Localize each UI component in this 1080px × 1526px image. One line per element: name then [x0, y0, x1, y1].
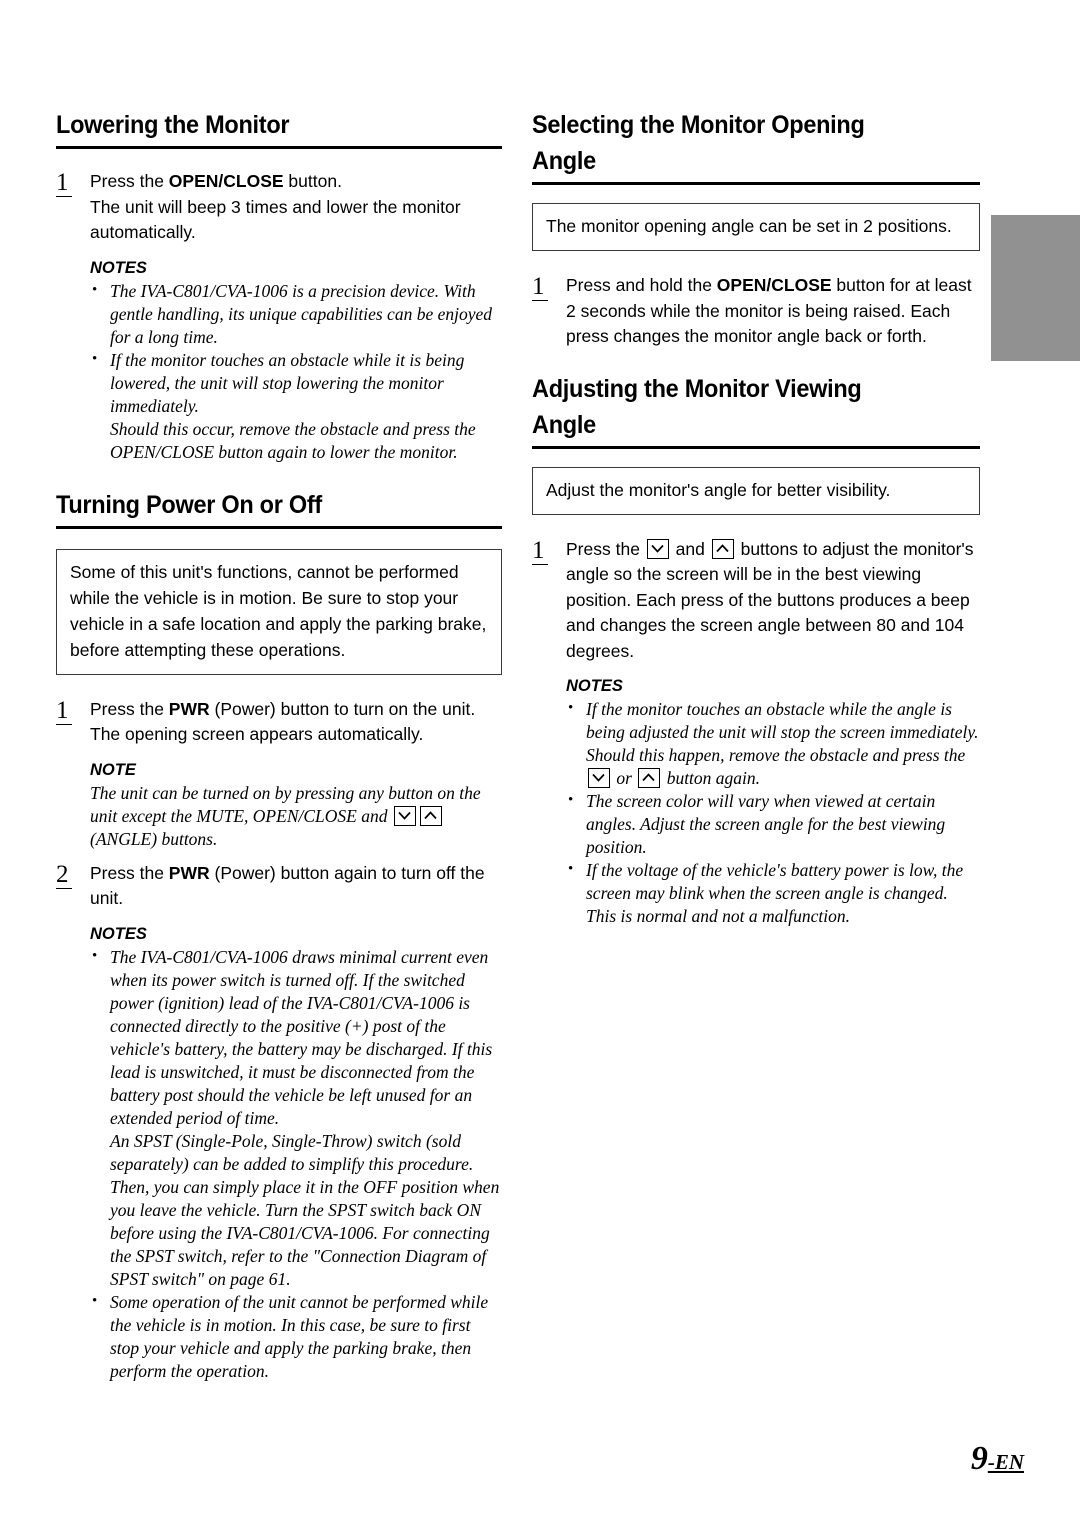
note-text-part3: button again. — [662, 768, 761, 788]
note-item: If the voltage of the vehicle's battery … — [566, 858, 980, 928]
page-number-footer: 9-EN — [971, 1440, 1024, 1478]
edge-thumb-tab — [991, 215, 1080, 361]
step-text: Press and hold the OPEN/CLOSE button for… — [566, 273, 980, 350]
notes-list: The IVA-C801/CVA-1006 is a precision dev… — [90, 279, 502, 464]
step-lowering-1: 1 Press the OPEN/CLOSE button. The unit … — [56, 169, 502, 246]
step-opening-angle-1: 1 Press and hold the OPEN/CLOSE button f… — [532, 273, 980, 350]
right-column: Selecting the Monitor Opening Angle The … — [532, 110, 980, 928]
chevron-down-button-icon — [588, 768, 610, 788]
step-number: 1 — [56, 697, 72, 725]
step-power-1: 1 Press the PWR (Power) button to turn o… — [56, 697, 502, 748]
note-paragraph: The unit can be turned on by pressing an… — [90, 782, 502, 851]
step-text-before: Press the — [90, 171, 169, 191]
heading-text: Turning Power On or Off — [56, 490, 322, 519]
step-text: Press the PWR (Power) button again to tu… — [90, 861, 502, 912]
heading-text-line1: Selecting the Monitor Opening — [532, 111, 865, 139]
note-text: The screen color will vary when viewed a… — [586, 791, 946, 857]
note-item: If the monitor touches an obstacle while… — [90, 348, 502, 464]
step-text-after: button. — [283, 171, 342, 191]
step-bold-term: OPEN/CLOSE — [716, 275, 832, 295]
note-text-part1: If the monitor touches an obstacle while… — [586, 699, 979, 765]
note-text: The IVA-C801/CVA-1006 draws minimal curr… — [110, 946, 493, 1128]
note-item: Some operation of the unit cannot be per… — [90, 1290, 502, 1383]
section-heading-lowering-the-monitor: Lowering the Monitor — [56, 110, 502, 149]
step-number: 1 — [56, 170, 72, 197]
note-item: If the monitor touches an obstacle while… — [566, 697, 980, 790]
step-text: Press the OPEN/CLOSE button. The unit wi… — [90, 169, 502, 246]
step-viewing-angle-1: 1 Press the and buttons to adjust the mo… — [532, 537, 980, 665]
manual-page: Lowering the Monitor 1 Press the OPEN/CL… — [0, 0, 1080, 1526]
step-text: Press the and buttons to adjust the moni… — [566, 537, 980, 665]
step-number: 1 — [532, 274, 548, 301]
chevron-down-button-icon — [646, 538, 669, 559]
section-heading-turning-power-on-or-off: Turning Power On or Off — [56, 490, 502, 529]
heading-text-line1: Adjusting the Monitor Viewing — [532, 374, 862, 403]
heading-text-line2: Angle — [532, 147, 596, 175]
note-text: If the monitor touches an obstacle while… — [110, 349, 465, 416]
heading-text-line2: Angle — [532, 410, 596, 439]
note-item: The IVA-C801/CVA-1006 draws minimal curr… — [90, 945, 502, 1291]
step-number: 1 — [532, 537, 548, 565]
chevron-up-button-icon — [419, 805, 442, 826]
callout-box-viewing-angle: Adjust the monitor's angle for better vi… — [532, 466, 980, 515]
page-number-suffix: -EN — [987, 1450, 1024, 1474]
callout-text: Adjust the monitor's angle for better vi… — [546, 479, 891, 500]
note-text: Some operation of the unit cannot be per… — [110, 1291, 489, 1381]
step-bold-term: OPEN/CLOSE — [168, 171, 284, 191]
note-text-part2: or — [612, 768, 637, 788]
heading-text: Lowering the Monitor — [56, 111, 290, 139]
section-heading-adjusting-monitor-viewing-angle: Adjusting the Monitor Viewing Angle — [532, 374, 980, 449]
step-text-before: Press the — [90, 862, 169, 883]
callout-box-safety: Some of this unit's functions, cannot be… — [56, 548, 502, 675]
left-column: Lowering the Monitor 1 Press the OPEN/CL… — [56, 110, 502, 1383]
notes-list: If the monitor touches an obstacle while… — [566, 697, 980, 928]
note-item: The screen color will vary when viewed a… — [566, 789, 980, 859]
notes-heading: NOTES — [90, 924, 147, 943]
callout-box-opening-angle: The monitor opening angle can be set in … — [532, 203, 980, 251]
note-text: The IVA-C801/CVA-1006 is a precision dev… — [110, 280, 493, 347]
step-number: 2 — [56, 861, 72, 889]
step-text: Press the PWR (Power) button to turn on … — [90, 697, 502, 748]
notes-list: The IVA-C801/CVA-1006 draws minimal curr… — [90, 945, 502, 1383]
step-bold-term: PWR — [168, 862, 210, 883]
note-text-part2: (ANGLE) buttons. — [90, 828, 218, 849]
chevron-up-button-icon — [638, 768, 661, 788]
section-heading-selecting-monitor-opening-angle: Selecting the Monitor Opening Angle — [532, 110, 980, 185]
note-continuation-text: Should this occur, remove the obstacle a… — [110, 418, 476, 462]
chevron-down-button-icon — [393, 805, 416, 826]
step-secondary-line: The opening screen appears automatically… — [90, 724, 424, 744]
callout-text: Some of this unit's functions, cannot be… — [70, 561, 487, 660]
note-item: The IVA-C801/CVA-1006 is a precision dev… — [90, 279, 502, 349]
step-text-middle: and — [670, 538, 710, 559]
step-text-before: Press the — [566, 538, 645, 559]
note-continuation-text: An SPST (Single-Pole, Single-Throw) swit… — [110, 1130, 500, 1289]
note-text: If the voltage of the vehicle's battery … — [586, 860, 964, 926]
note-text: If the monitor touches an obstacle while… — [586, 698, 980, 790]
chevron-up-button-icon — [711, 538, 734, 559]
callout-text: The monitor opening angle can be set in … — [546, 216, 952, 236]
note-heading: NOTE — [90, 760, 136, 779]
page-number: 9 — [970, 1440, 988, 1477]
notes-heading: NOTES — [90, 258, 147, 277]
step-text-before: Press the — [90, 698, 169, 719]
notes-heading: NOTES — [566, 677, 623, 695]
step-secondary-line: The unit will beep 3 times and lower the… — [90, 196, 461, 243]
step-power-2: 2 Press the PWR (Power) button again to … — [56, 861, 502, 912]
step-bold-term: PWR — [168, 698, 210, 719]
step-text-after: (Power) button to turn on the unit. — [209, 698, 476, 719]
step-text-before: Press and hold the — [566, 275, 717, 295]
